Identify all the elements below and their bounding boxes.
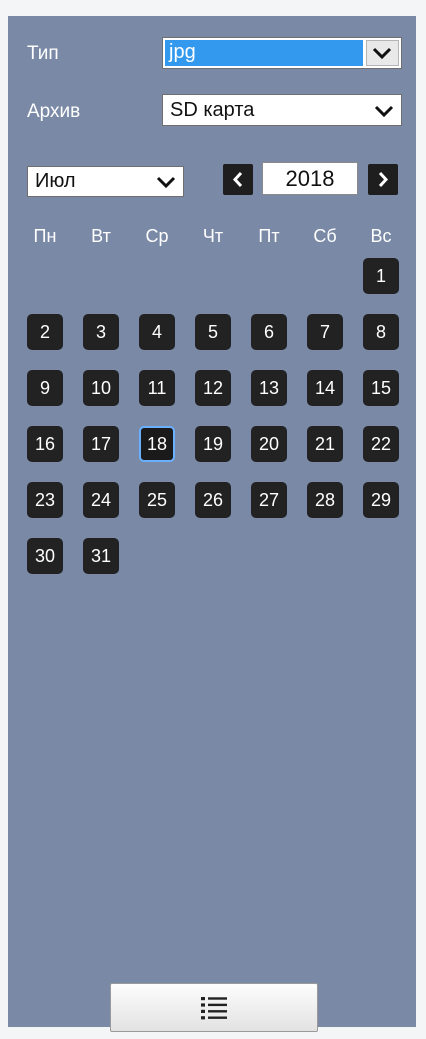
calendar-day[interactable]: 24 <box>83 482 119 518</box>
calendar-day[interactable]: 6 <box>251 314 287 350</box>
calendar-day[interactable]: 19 <box>195 426 231 462</box>
chevron-down-icon <box>156 176 176 189</box>
calendar-day[interactable]: 12 <box>195 370 231 406</box>
calendar-day[interactable]: 4 <box>139 314 175 350</box>
calendar-day[interactable]: 9 <box>27 370 63 406</box>
archive-select-value: SD карта <box>170 99 255 121</box>
calendar-day[interactable]: 22 <box>363 426 399 462</box>
weekday-label: Сб <box>313 226 337 246</box>
chevron-right-icon <box>378 171 389 188</box>
weekday-label: Пт <box>258 226 280 246</box>
calendar-day[interactable]: 15 <box>363 370 399 406</box>
calendar-day[interactable]: 27 <box>251 482 287 518</box>
type-label: Тип <box>27 43 59 64</box>
type-select[interactable]: jpg <box>162 37 402 69</box>
weekday-label: Ср <box>145 226 169 246</box>
calendar-day[interactable]: 23 <box>27 482 63 518</box>
calendar-day[interactable]: 25 <box>139 482 175 518</box>
month-select[interactable]: Июл <box>27 166 184 197</box>
year-field[interactable]: 2018 <box>262 162 358 195</box>
calendar-day[interactable]: 5 <box>195 314 231 350</box>
chevron-down-icon <box>374 105 394 118</box>
month-select-value: Июл <box>35 170 76 192</box>
weekday-label: Вт <box>91 226 111 246</box>
calendar-day[interactable]: 1 <box>363 258 399 294</box>
calendar-day[interactable]: 21 <box>307 426 343 462</box>
archive-select[interactable]: SD карта <box>162 94 402 126</box>
file-list-button[interactable] <box>110 983 318 1032</box>
weekday-label: Чт <box>202 226 224 246</box>
calendar-day[interactable]: 31 <box>83 538 119 574</box>
calendar-day[interactable]: 30 <box>27 538 63 574</box>
calendar-day[interactable]: 2 <box>27 314 63 350</box>
weekday-label: Вс <box>370 226 392 246</box>
calendar-day[interactable]: 29 <box>363 482 399 518</box>
calendar-day[interactable]: 20 <box>251 426 287 462</box>
calendar-day[interactable]: 14 <box>307 370 343 406</box>
type-dropdown-button[interactable] <box>366 40 399 66</box>
calendar-day[interactable]: 28 <box>307 482 343 518</box>
calendar-day[interactable]: 26 <box>195 482 231 518</box>
calendar-day[interactable]: 13 <box>251 370 287 406</box>
type-select-value: jpg <box>165 40 363 66</box>
prev-year-button[interactable] <box>223 164 253 195</box>
chevron-left-icon <box>232 171 243 188</box>
calendar-day[interactable]: 17 <box>83 426 119 462</box>
calendar-day[interactable]: 8 <box>363 314 399 350</box>
list-icon <box>201 997 227 1020</box>
calendar-day[interactable]: 7 <box>307 314 343 350</box>
calendar-day[interactable]: 16 <box>27 426 63 462</box>
next-year-button[interactable] <box>368 164 398 195</box>
calendar-day-selected[interactable]: 18 <box>139 426 175 462</box>
weekday-label: Пн <box>33 226 57 246</box>
chevron-down-icon <box>372 47 392 60</box>
calendar-day[interactable]: 10 <box>83 370 119 406</box>
calendar-day[interactable]: 3 <box>83 314 119 350</box>
archive-label: Архив <box>27 101 81 122</box>
calendar-day[interactable]: 11 <box>139 370 175 406</box>
